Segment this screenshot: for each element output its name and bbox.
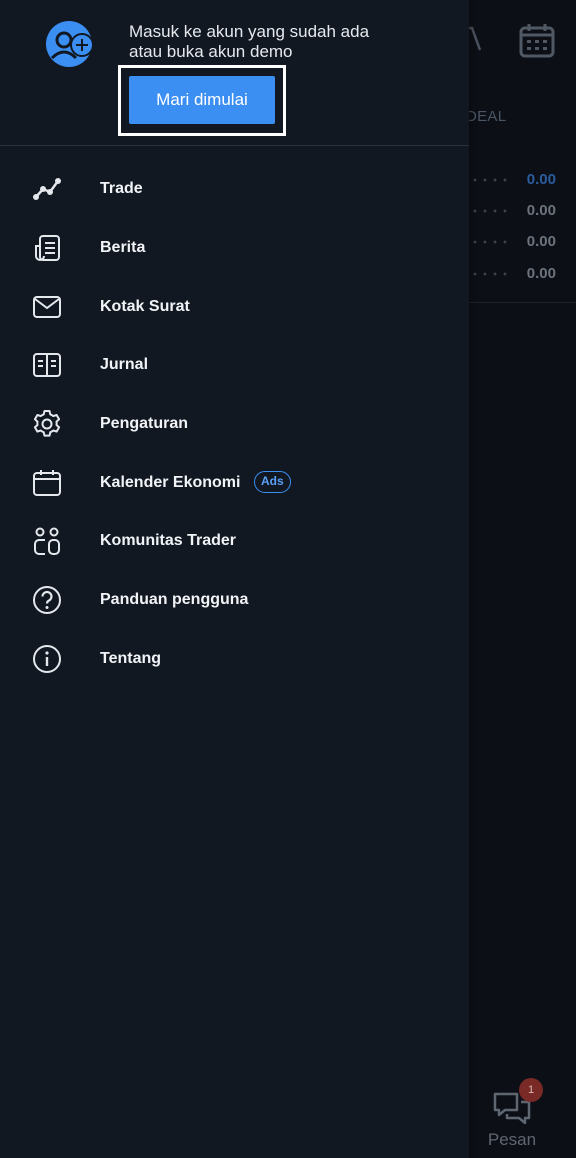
menu-item-tentang[interactable]: Tentang — [0, 630, 469, 689]
menu-label: Jurnal — [100, 356, 149, 374]
menu-item-trade[interactable]: Trade — [0, 160, 469, 219]
menu-label: Pengaturan — [100, 415, 189, 433]
calendar-icon — [30, 466, 64, 500]
deal-value: 0.00 — [526, 233, 556, 250]
table-row: 0.00 — [470, 265, 562, 285]
deal-value: 0.00 — [526, 202, 556, 219]
menu-item-kotak-surat[interactable]: Kotak Surat — [0, 277, 469, 336]
menu-label: Panduan pengguna — [100, 591, 249, 609]
news-icon — [30, 231, 64, 265]
navigation-drawer: Masuk ke akun yang sudah ada atau buka a… — [0, 0, 469, 1158]
drawer-header: Masuk ke akun yang sudah ada atau buka a… — [0, 0, 469, 146]
menu-label: Tentang — [100, 649, 162, 667]
login-prompt-line1: Masuk ke akun yang sudah ada — [129, 22, 370, 41]
drawer-menu: Trade Berita Kotak Surat Jurnal Pengatur… — [0, 160, 469, 688]
ads-badge: Ads — [254, 471, 291, 494]
pesan-label: Pesan — [487, 1130, 537, 1149]
add-account-avatar-icon[interactable] — [44, 20, 98, 70]
help-circle-icon — [30, 583, 64, 617]
menu-label: Kalender Ekonomi — [100, 473, 241, 491]
get-started-button[interactable]: Mari dimulai — [129, 76, 275, 124]
table-row: 0.00 — [470, 202, 562, 222]
trend-line-icon — [30, 172, 64, 206]
screen: DEAL 0.00 0.00 0.00 0.00 1 Pesan Masuk k… — [0, 0, 576, 1158]
divider — [468, 302, 576, 303]
menu-item-pengaturan[interactable]: Pengaturan — [0, 395, 469, 454]
menu-item-berita[interactable]: Berita — [0, 219, 469, 278]
deal-value: 0.00 — [526, 171, 556, 188]
journal-book-icon — [30, 348, 64, 382]
menu-label: Kotak Surat — [100, 297, 190, 315]
cta-highlight-frame: Mari dimulai — [118, 65, 286, 136]
table-row: 0.00 — [470, 171, 562, 191]
menu-label: Berita — [100, 239, 146, 257]
pesan-tab[interactable]: 1 Pesan — [476, 1078, 548, 1150]
login-prompt: Masuk ke akun yang sudah ada atau buka a… — [129, 22, 429, 62]
menu-item-komunitas-trader[interactable]: Komunitas Trader — [0, 512, 469, 571]
deal-value: 0.00 — [526, 265, 556, 282]
menu-item-jurnal[interactable]: Jurnal — [0, 336, 469, 395]
envelope-icon — [30, 290, 64, 324]
menu-item-kalender-ekonomi[interactable]: Kalender Ekonomi Ads — [0, 453, 469, 512]
menu-label: Komunitas Trader — [100, 532, 237, 550]
info-circle-icon — [30, 642, 64, 676]
gear-icon — [30, 407, 64, 441]
menu-label: Trade — [100, 180, 143, 198]
calendar-icon[interactable] — [518, 22, 556, 58]
notification-badge: 1 — [519, 1078, 543, 1102]
community-icon — [30, 524, 64, 558]
table-row: 0.00 — [470, 233, 562, 253]
menu-item-panduan-pengguna[interactable]: Panduan pengguna — [0, 571, 469, 630]
login-prompt-line2: atau buka akun demo — [129, 42, 293, 61]
deal-column-header: DEAL — [466, 108, 507, 125]
